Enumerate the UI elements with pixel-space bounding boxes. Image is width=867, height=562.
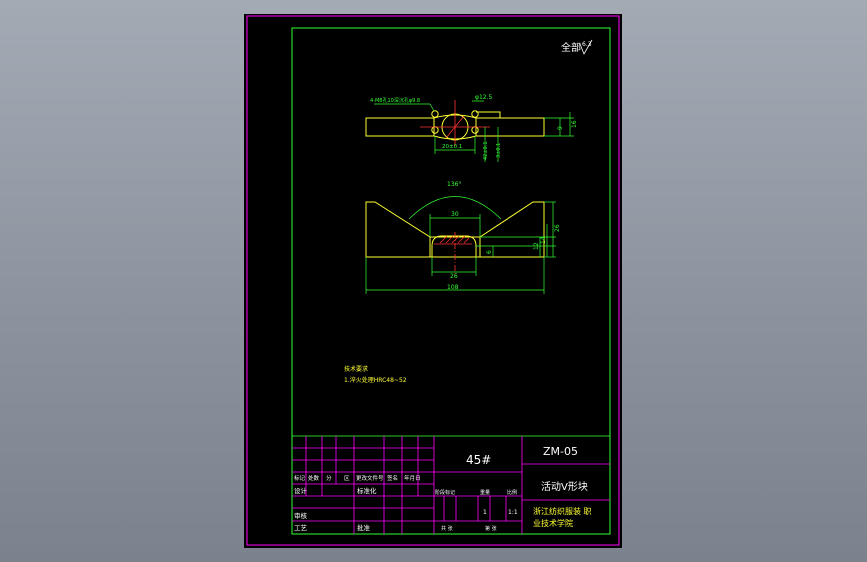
rev-label-sign: 签名: [387, 474, 398, 482]
dim-h-b: 14: [540, 236, 547, 244]
roughness-value: 6.3: [582, 41, 592, 48]
school-line2: 业技术学院: [533, 518, 573, 528]
label-design: 设计: [294, 486, 308, 495]
revision-labels: 标记 处数 分 区 更改文件号 签名 年月日: [294, 474, 421, 482]
outer-border: [246, 15, 620, 546]
roughness-note: 全部: [561, 41, 581, 54]
rev-label-mark: 标记: [294, 474, 306, 482]
tech-notes-line1: 1.淬火处理HRC48~52: [344, 376, 407, 384]
label-sheets: 共 张: [441, 525, 453, 532]
label-scale: 比例: [507, 489, 517, 496]
label-process: 工艺: [294, 524, 308, 532]
dim-h-a: 12: [533, 242, 540, 250]
dim-center: 20±0.1: [442, 144, 462, 150]
rev-label-date: 年月日: [404, 474, 421, 482]
signoff-labels: 设计 标准化 审核 工艺 批准: [294, 486, 377, 532]
dim-top-width: 30: [451, 211, 459, 218]
tech-notes-title: 技术要求: [344, 365, 368, 373]
dim-v2: 3±0.1: [496, 143, 502, 158]
label-approve: 批准: [357, 523, 371, 532]
quantity: 1: [483, 509, 487, 516]
dia-callout: φ12.5: [475, 94, 493, 101]
drawing-sheet: 全部 6.3 4-M8孔10深沉孔φ9.8 φ12.5 20±0.1 9 16 …: [244, 14, 622, 548]
dim-h-small: 6: [486, 250, 493, 254]
label-sheet: 第 张: [485, 525, 497, 532]
scale: 1:1: [508, 509, 518, 516]
rev-label-zone: 区: [344, 475, 350, 482]
cad-drawing: 全部 6.3 4-M8孔10深沉孔φ9.8 φ12.5 20±0.1 9 16 …: [246, 15, 620, 546]
hole-callout: 4-M8孔10深沉孔φ9.8: [370, 97, 420, 104]
label-stage: 阶段标记: [435, 489, 455, 496]
label-weight: 重量: [480, 489, 490, 496]
label-standard: 标准化: [357, 486, 377, 495]
dim-h-total: 26: [554, 224, 561, 232]
front-view: 136° 30 26 108 6 12 14 26: [365, 181, 561, 294]
school-line1: 浙江纺织服装 职: [533, 506, 592, 516]
rev-label-docno: 更改文件号: [356, 474, 384, 482]
dim-v1: 42±0.1: [483, 141, 489, 160]
top-view: 4-M8孔10深沉孔φ9.8 φ12.5 20±0.1 9 16 42±0.1 …: [365, 94, 578, 162]
material: 45#: [466, 453, 491, 467]
stage-labels: 阶段标记 重量 比例 共 张 第 张: [435, 489, 517, 532]
dim-h2: 16: [571, 120, 578, 128]
rev-label-count: 处数: [308, 474, 320, 482]
dim-angle: 136°: [447, 181, 461, 188]
dim-slot-width: 26: [450, 273, 458, 280]
dim-h1: 9: [557, 126, 564, 130]
part-name: 活动V形块: [541, 481, 588, 493]
rev-label-div: 分: [326, 474, 332, 482]
drawing-no: ZM-05: [543, 445, 578, 458]
dim-total-width: 108: [447, 284, 459, 291]
inner-border: [291, 27, 611, 535]
label-check: 审核: [294, 511, 308, 520]
